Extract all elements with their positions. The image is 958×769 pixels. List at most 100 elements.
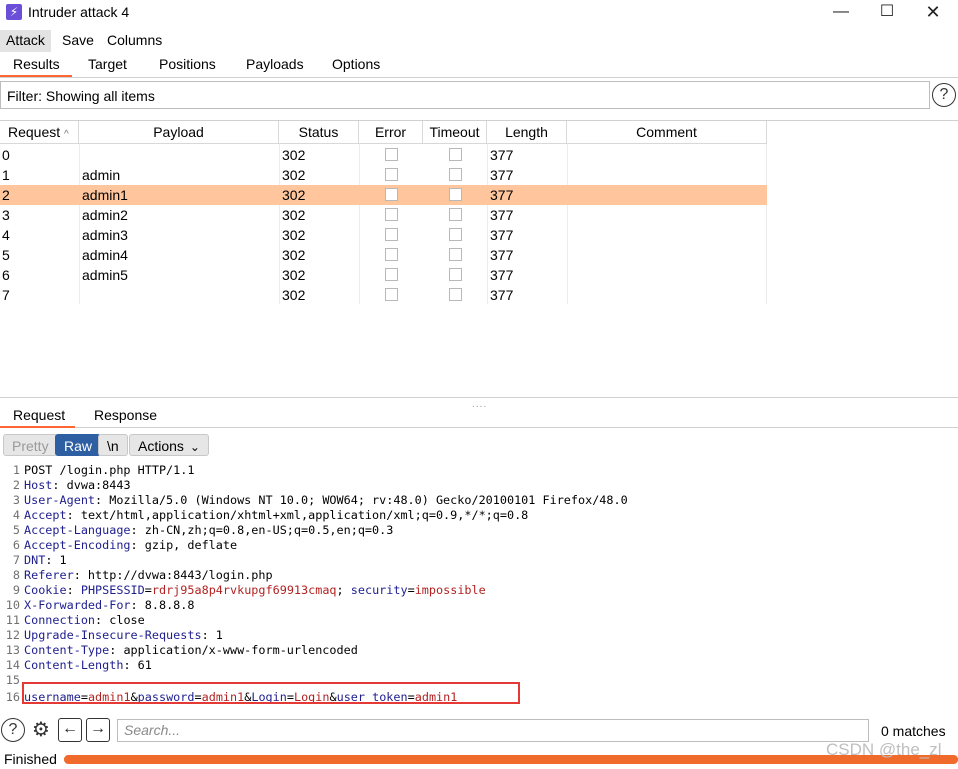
column-header-payload[interactable]: Payload [79,121,279,144]
table-row[interactable]: 7 302 377 [0,285,767,305]
response-length: 377 [490,267,514,283]
line-content: DNT: 1 [24,553,67,568]
status-code: 302 [282,207,306,223]
line-number: 12 [5,628,20,642]
line-content: Connection: close [24,613,145,628]
pretty-button[interactable]: Pretty [3,434,58,456]
menu-columns[interactable]: Columns [101,30,168,52]
header-name: Accept-Language [24,523,131,537]
column-header-comment[interactable]: Comment [567,121,767,144]
header-name: Accept [24,508,67,522]
tab-options[interactable]: Options [332,56,380,72]
table-row[interactable]: 6 admin5 302 377 [0,265,767,285]
table-row[interactable]: 3 admin2 302 377 [0,205,767,225]
status-bar: Finished CSDN @the_zl [0,740,958,769]
timeout-checkbox[interactable] [449,248,462,261]
line-content: Upgrade-Insecure-Requests: 1 [24,628,223,643]
close-button[interactable]: ✕ [910,0,956,26]
help-icon[interactable]: ? [1,718,25,742]
timeout-checkbox[interactable] [449,268,462,281]
table-row[interactable]: 4 admin3 302 377 [0,225,767,245]
timeout-checkbox[interactable] [449,228,462,241]
error-checkbox[interactable] [385,268,398,281]
column-header-error[interactable]: Error [359,121,423,144]
cookie-value: impossible [414,583,486,597]
progress-fill [64,755,958,764]
tab-response[interactable]: Response [94,407,157,423]
filter-bar[interactable]: Filter: Showing all items [0,81,930,109]
header-value: http://dvwa:8443/login.php [80,568,273,582]
line-number: 6 [12,538,20,552]
line-number: 7 [12,553,20,567]
status-text: Finished [4,751,57,767]
header-name: Referer [24,568,74,582]
tab-request[interactable]: Request [13,407,65,423]
timeout-checkbox[interactable] [449,168,462,181]
error-checkbox[interactable] [385,148,398,161]
header-value: close [102,613,145,627]
active-tab-indicator [0,75,72,77]
line-content: Host: dvwa:8443 [24,478,131,493]
status-code: 302 [282,287,306,303]
request-number: 1 [2,167,10,183]
line-number: 11 [5,613,20,627]
back-arrow-icon[interactable]: ← [58,718,82,742]
cookie-separator: ; [336,583,344,597]
gear-icon[interactable]: ⚙ [29,718,53,742]
error-checkbox[interactable] [385,288,398,301]
menu-attack[interactable]: Attack [0,30,51,52]
error-checkbox[interactable] [385,228,398,241]
tab-positions[interactable]: Positions [159,56,216,72]
match-count: 0 matches [881,723,946,739]
column-header-status[interactable]: Status [279,121,359,144]
status-code: 302 [282,187,306,203]
newline-toggle-button[interactable]: \n [98,434,128,456]
actions-dropdown[interactable]: Actions ⌄ [129,434,209,456]
window-title: Intruder attack 4 [28,4,130,20]
header-name: DNT [24,553,46,567]
line-number: 16 [5,690,20,704]
table-row[interactable]: 5 admin4 302 377 [0,245,767,265]
forward-arrow-icon[interactable]: → [86,718,110,742]
search-input[interactable]: Search... [117,719,869,742]
error-checkbox[interactable] [385,168,398,181]
tab-payloads[interactable]: Payloads [246,56,304,72]
line-content: POST /login.php HTTP/1.1 [24,463,194,478]
table-row[interactable]: 0 302 377 [0,145,767,165]
error-checkbox[interactable] [385,208,398,221]
header-name: X-Forwarded-For [24,598,131,612]
timeout-checkbox[interactable] [449,188,462,201]
tab-target[interactable]: Target [88,56,127,72]
error-checkbox[interactable] [385,248,398,261]
header-value: Mozilla/5.0 (Windows NT 10.0; WOW64; rv:… [102,493,628,507]
maximize-button[interactable]: ☐ [864,0,910,26]
response-length: 377 [490,147,514,163]
response-length: 377 [490,227,514,243]
line-number: 14 [5,658,20,672]
error-checkbox[interactable] [385,188,398,201]
column-header-request[interactable]: Request ^ [0,121,79,144]
response-length: 377 [490,187,514,203]
header-value: application/x-www-form-urlencoded [116,643,358,657]
header-name: Upgrade-Insecure-Requests [24,628,202,642]
raw-request-editor[interactable]: 1 POST /login.php HTTP/1.1 2 Host: dvwa:844… [0,463,958,708]
line-number: 10 [5,598,20,612]
equals-sign: = [407,583,415,597]
request-number: 7 [2,287,10,303]
help-icon[interactable]: ? [932,83,956,107]
minimize-button[interactable]: — [818,0,864,26]
table-row[interactable]: 2 admin1 302 377 [0,185,767,205]
menu-save[interactable]: Save [56,30,100,52]
timeout-checkbox[interactable] [449,288,462,301]
raw-button[interactable]: Raw [55,434,102,456]
request-number: 5 [2,247,10,263]
tab-results[interactable]: Results [13,56,60,72]
column-header-length[interactable]: Length [487,121,567,144]
line-content: User-Agent: Mozilla/5.0 (Windows NT 10.0… [24,493,628,508]
status-code: 302 [282,147,306,163]
timeout-checkbox[interactable] [449,148,462,161]
request-number: 0 [2,147,10,163]
column-header-timeout[interactable]: Timeout [423,121,487,144]
table-row[interactable]: 1 admin 302 377 [0,165,767,185]
timeout-checkbox[interactable] [449,208,462,221]
